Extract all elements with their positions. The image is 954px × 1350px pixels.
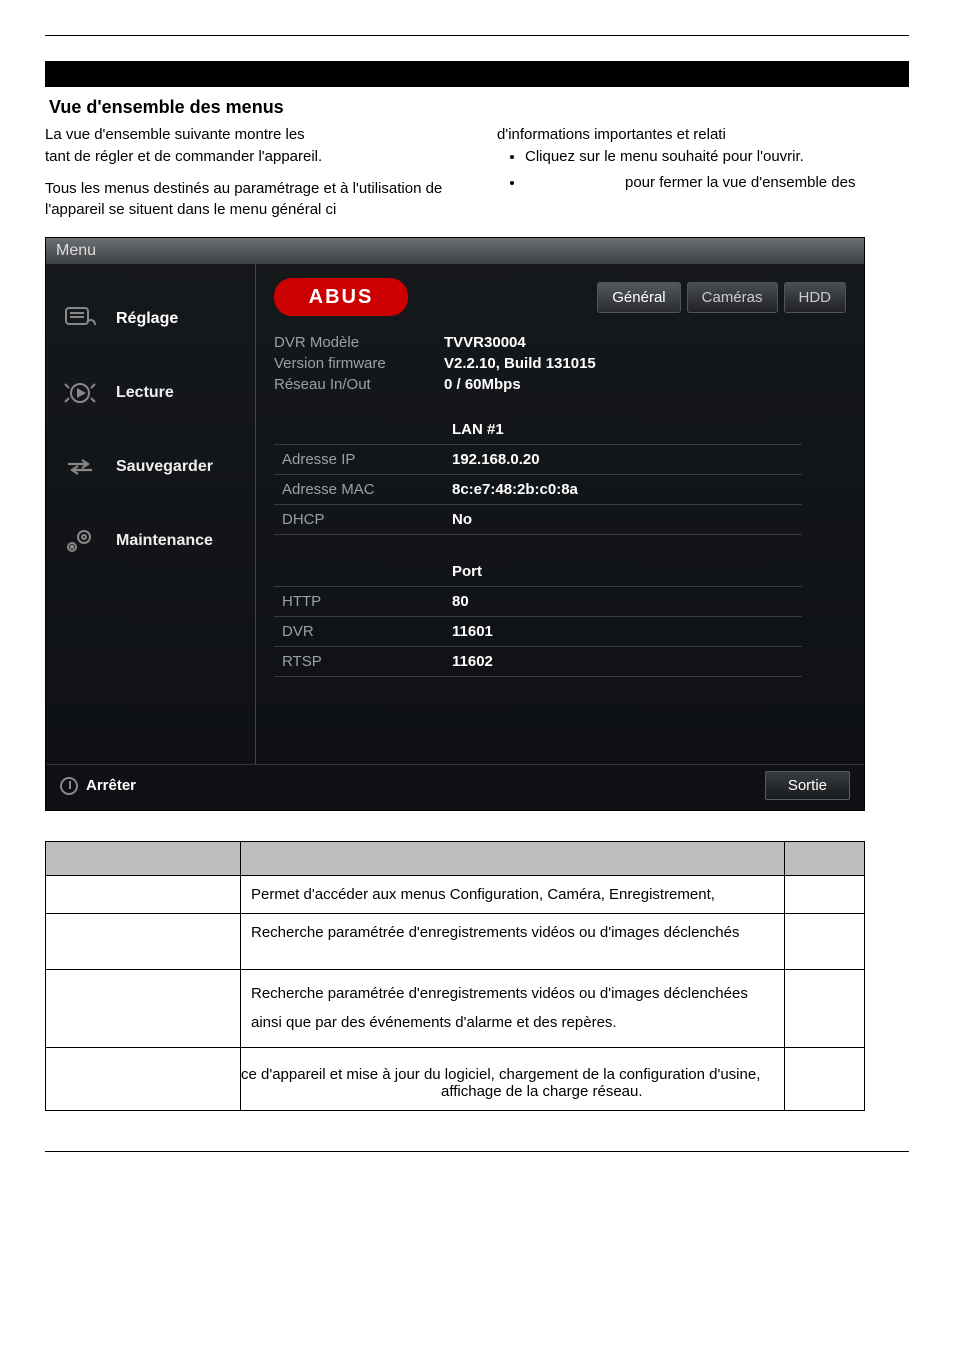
value-firmware: V2.2.10, Build 131015	[444, 355, 596, 372]
label-network: Réseau In/Out	[274, 376, 444, 393]
sidebar-item-playback[interactable]: Lecture	[46, 356, 255, 430]
desc-row-4: ce d'appareil et mise à jour du logiciel…	[46, 1048, 865, 1111]
power-off-button[interactable]: Arrêter	[60, 777, 136, 795]
info-row-firmware: Version firmware V2.2.10, Build 131015	[274, 355, 846, 372]
info-row-network: Réseau In/Out 0 / 60Mbps	[274, 376, 846, 393]
desc-row-3: Recherche paramétrée d'enregistrements v…	[46, 970, 865, 1048]
port-table: Port HTTP 80 DVR 11601 RTSP 11602	[274, 557, 802, 677]
playback-icon	[60, 376, 100, 410]
desc-r3-c1	[46, 970, 241, 1048]
port-header-empty	[274, 557, 444, 587]
desc-header-row	[46, 842, 865, 876]
sidebar-label-maintenance: Maintenance	[116, 532, 213, 550]
label-http: HTTP	[274, 587, 444, 617]
power-icon	[60, 777, 78, 795]
desc-r3-c2: Recherche paramétrée d'enregistrements v…	[241, 970, 785, 1048]
top-divider	[45, 35, 909, 36]
abus-logo: ABUS	[274, 278, 408, 316]
network-header-extra	[766, 415, 802, 445]
sidebar-item-settings[interactable]: Réglage	[46, 282, 255, 356]
port-header-row: Port	[274, 557, 802, 587]
port-header: Port	[444, 557, 723, 587]
desc-row-1: Permet d'accéder aux menus Configuration…	[46, 876, 865, 914]
intro-line-2: tant de régler et de commander l'apparei…	[45, 146, 457, 168]
value-mac: 8c:e7:48:2b:c0:8a	[444, 475, 766, 505]
sidebar-label-playback: Lecture	[116, 384, 174, 402]
desc-r4-c1	[46, 1048, 241, 1111]
bottom-divider	[45, 1151, 909, 1152]
intro-bullet-1: Cliquez sur le menu souhaité pour l'ouvr…	[525, 146, 909, 168]
desc-header-1	[46, 842, 241, 876]
value-dhcp: No	[444, 505, 766, 535]
page-heading: Vue d'ensemble des menus	[49, 97, 909, 118]
dvr-main-panel: ABUS Général Caméras HDD DVR Modèle TVVR…	[256, 264, 864, 764]
label-model: DVR Modèle	[274, 334, 444, 351]
label-firmware: Version firmware	[274, 355, 444, 372]
label-dvr-port: DVR	[274, 617, 444, 647]
port-row-rtsp: RTSP 11602	[274, 647, 802, 677]
intro-columns: La vue d'ensemble suivante montre les ta…	[45, 124, 909, 221]
value-rtsp: 11602	[444, 647, 723, 677]
dvr-window: Menu Réglage Lecture Sauvegarder	[45, 237, 865, 811]
intro-line-3: Tous les menus destinés au paramétrage e…	[45, 178, 457, 222]
intro-line-1: La vue d'ensemble suivante montre les	[45, 124, 457, 146]
maintenance-icon	[60, 524, 100, 558]
intro-line-4: d'informations importantes et relati	[497, 124, 909, 146]
desc-r3-c3	[785, 970, 865, 1048]
dvr-sidebar: Réglage Lecture Sauvegarder Maintenance	[46, 264, 256, 764]
desc-r4-c2: ce d'appareil et mise à jour du logiciel…	[241, 1048, 785, 1111]
info-row-model: DVR Modèle TVVR30004	[274, 334, 846, 351]
backup-icon	[60, 450, 100, 484]
network-row-ip: Adresse IP 192.168.0.20	[274, 445, 802, 475]
sidebar-label-settings: Réglage	[116, 310, 178, 328]
desc-header-3	[785, 842, 865, 876]
network-row-mac: Adresse MAC 8c:e7:48:2b:c0:8a	[274, 475, 802, 505]
tab-bar: Général Caméras HDD	[597, 282, 846, 313]
value-model: TVVR30004	[444, 334, 526, 351]
port-row-dvr: DVR 11601	[274, 617, 802, 647]
desc-r1-c2: Permet d'accéder aux menus Configuration…	[241, 876, 785, 914]
tab-general[interactable]: Général	[597, 282, 680, 313]
tab-cameras[interactable]: Caméras	[687, 282, 778, 313]
dvr-footer: Arrêter Sortie	[46, 764, 864, 810]
desc-r2-c1	[46, 914, 241, 970]
desc-r1-c3	[785, 876, 865, 914]
network-header-row: LAN #1	[274, 415, 802, 445]
sidebar-item-maintenance[interactable]: Maintenance	[46, 504, 255, 578]
intro-bullet-2: pour fermer la vue d'ensemble des	[525, 172, 909, 194]
network-table: LAN #1 Adresse IP 192.168.0.20 Adresse M…	[274, 415, 802, 535]
network-interface: LAN #1	[444, 415, 766, 445]
settings-icon	[60, 302, 100, 336]
network-header-empty	[274, 415, 444, 445]
desc-row-2: Recherche paramétrée d'enregistrements v…	[46, 914, 865, 970]
tab-hdd[interactable]: HDD	[784, 282, 847, 313]
desc-r4-c3	[785, 1048, 865, 1111]
desc-r1-c1	[46, 876, 241, 914]
label-rtsp: RTSP	[274, 647, 444, 677]
label-ip: Adresse IP	[274, 445, 444, 475]
value-network: 0 / 60Mbps	[444, 376, 521, 393]
value-http: 80	[444, 587, 723, 617]
power-off-label: Arrêter	[86, 777, 136, 794]
sidebar-item-backup[interactable]: Sauvegarder	[46, 430, 255, 504]
value-dvr-port: 11601	[444, 617, 723, 647]
label-dhcp: DHCP	[274, 505, 444, 535]
sidebar-label-backup: Sauvegarder	[116, 458, 213, 476]
network-row-dhcp: DHCP No	[274, 505, 802, 535]
black-header-bar	[45, 61, 909, 87]
port-row-http: HTTP 80	[274, 587, 802, 617]
desc-header-2	[241, 842, 785, 876]
value-ip: 192.168.0.20	[444, 445, 766, 475]
label-mac: Adresse MAC	[274, 475, 444, 505]
description-table: Permet d'accéder aux menus Configuration…	[45, 841, 865, 1111]
dvr-titlebar: Menu	[46, 238, 864, 264]
desc-r2-c3	[785, 914, 865, 970]
desc-r2-c2: Recherche paramétrée d'enregistrements v…	[241, 914, 785, 970]
exit-button[interactable]: Sortie	[765, 771, 850, 800]
